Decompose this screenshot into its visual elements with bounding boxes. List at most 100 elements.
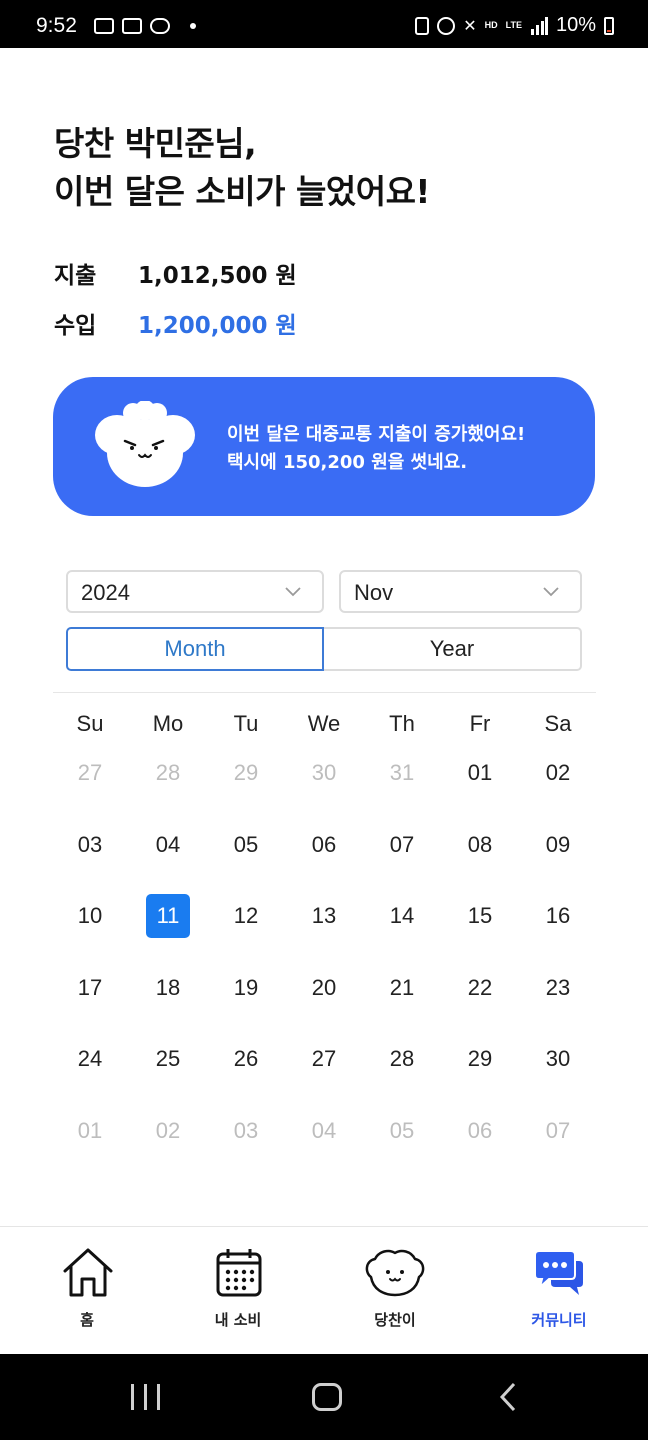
calendar-day[interactable]: 24 [51,1034,129,1106]
tab-year[interactable]: Year [324,627,582,671]
calendar-week: 24 25 26 27 28 29 30 [51,1034,597,1106]
calendar-day[interactable]: 01 [441,748,519,820]
calendar-day[interactable]: 10 [51,891,129,963]
calendar-day-number: 29 [233,760,259,785]
calendar-day[interactable]: 06 [441,1106,519,1178]
signal-icon [530,16,548,35]
nfc-icon [415,16,430,35]
calendar-day[interactable]: 26 [207,1034,285,1106]
month-select[interactable]: Nov [339,570,582,613]
weekday-label: Sa [544,711,572,736]
calendar-grid: 27 28 29 30 31 01 02 03 04 05 06 07 08 09 10 11 12 13 14 15… [51,748,597,1177]
calendar-day-number: 14 [389,903,415,928]
calendar-day[interactable]: 15 [441,891,519,963]
recent-apps-icon[interactable] [131,1384,161,1410]
income-value: 1,200,000 원 [138,313,297,339]
calendar-day[interactable]: 19 [207,963,285,1035]
calendar-day-number: 30 [311,760,337,785]
home-button-icon[interactable] [312,1383,342,1411]
calendar-week: 17 18 19 20 21 22 23 [51,963,597,1035]
weekday-label: Tu [233,711,259,736]
mascot-icon [365,1249,425,1297]
calendar-day-number: 21 [389,974,415,1000]
calendar-day-number: 19 [233,974,259,1000]
calendar-day-number: 28 [155,760,181,785]
calendar-day[interactable]: 09 [519,820,597,892]
calendar-day-selected[interactable]: 11 [129,891,207,963]
calendar-day-number: 10 [77,903,103,928]
calendar-day-number: 05 [389,1117,415,1143]
nav-item-my-spending[interactable]: 내 소비 [178,1227,298,1355]
calendar-day[interactable]: 27 [51,748,129,820]
calendar-day[interactable]: 13 [285,891,363,963]
calendar-day-number: 17 [77,974,103,1000]
bottom-nav: 홈 내 소비 당찬이 커뮤니티 [0,1226,648,1354]
calendar-day[interactable]: 27 [285,1034,363,1106]
battery-icon [604,16,614,35]
back-icon[interactable] [498,1382,518,1412]
calendar-day[interactable]: 29 [207,748,285,820]
calendar-day-number: 15 [467,903,493,928]
calendar-day[interactable]: 30 [519,1034,597,1106]
chevron-down-icon [285,587,301,597]
calendar-day[interactable]: 18 [129,963,207,1035]
calendar-day[interactable]: 05 [363,1106,441,1178]
calendar-day[interactable]: 17 [51,963,129,1035]
calendar-day[interactable]: 03 [207,1106,285,1178]
calendar-day-number: 27 [77,760,103,785]
calendar-day-number: 11 [146,894,190,938]
calendar-day-number: 01 [467,760,493,785]
calendar-day[interactable]: 03 [51,820,129,892]
calendar-day[interactable]: 23 [519,963,597,1035]
outlook-icon [122,18,142,34]
tab-month[interactable]: Month [66,627,324,671]
nav-item-mascot[interactable]: 당찬이 [335,1227,455,1355]
calendar-day-number: 03 [233,1117,259,1143]
calendar-day[interactable]: 14 [363,891,441,963]
calendar-day[interactable]: 28 [363,1034,441,1106]
calendar-day[interactable]: 21 [363,963,441,1035]
insight-banner[interactable]: 이번 달은 대중교통 지출이 증가했어요! 택시에 150,200 원을 썻네요… [53,377,595,516]
weekday-label: Su [76,711,104,736]
status-right: ✕ HD LTE 10% [415,14,614,37]
calendar-day[interactable]: 08 [441,820,519,892]
calendar-day-number: 26 [233,1046,259,1071]
calendar-day[interactable]: 31 [363,748,441,820]
calendar-day-number: 07 [389,831,415,857]
calendar-day[interactable]: 30 [285,748,363,820]
calendar-day-number: 23 [545,974,571,1000]
expense-row: 지출 1,012,500 원 [54,256,297,290]
nav-item-home[interactable]: 홈 [27,1227,147,1355]
calendar-day[interactable]: 04 [285,1106,363,1178]
calendar-week: 10 11 12 13 14 15 16 [51,891,597,963]
battery-percent: 10% [555,14,596,36]
calendar-day[interactable]: 20 [285,963,363,1035]
home-icon [63,1248,113,1297]
calendar-day[interactable]: 04 [129,820,207,892]
weather-icon [150,18,170,34]
year-select[interactable]: 2024 [66,570,324,613]
calendar-day[interactable]: 29 [441,1034,519,1106]
calendar-day[interactable]: 07 [363,820,441,892]
calendar-day[interactable]: 28 [129,748,207,820]
calendar-day-number: 24 [77,1046,103,1071]
banner-message: 이번 달은 대중교통 지출이 증가했어요! 택시에 150,200 원을 썻네요… [227,421,525,477]
calendar-day[interactable]: 06 [285,820,363,892]
page-title: 당찬 박민준님, 이번 달은 소비가 늘었어요! [54,120,430,216]
calendar-day[interactable]: 12 [207,891,285,963]
calendar-day[interactable]: 16 [519,891,597,963]
banner-line-1: 이번 달은 대중교통 지출이 증가했어요! [227,424,526,445]
calendar-day-number: 27 [311,1046,337,1071]
calendar-day[interactable]: 05 [207,820,285,892]
nav-item-community[interactable]: 커뮤니티 [499,1227,619,1355]
weekday-label: Fr [469,711,491,736]
calendar-day[interactable]: 22 [441,963,519,1035]
calendar-week: 03 04 05 06 07 08 09 [51,820,597,892]
nav-label-my-spending: 내 소비 [214,1311,262,1329]
calendar-day[interactable]: 01 [51,1106,129,1178]
calendar-day[interactable]: 02 [129,1106,207,1178]
calendar-icon [216,1249,262,1297]
calendar-day[interactable]: 25 [129,1034,207,1106]
calendar-day[interactable]: 02 [519,748,597,820]
calendar-day[interactable]: 07 [519,1106,597,1178]
